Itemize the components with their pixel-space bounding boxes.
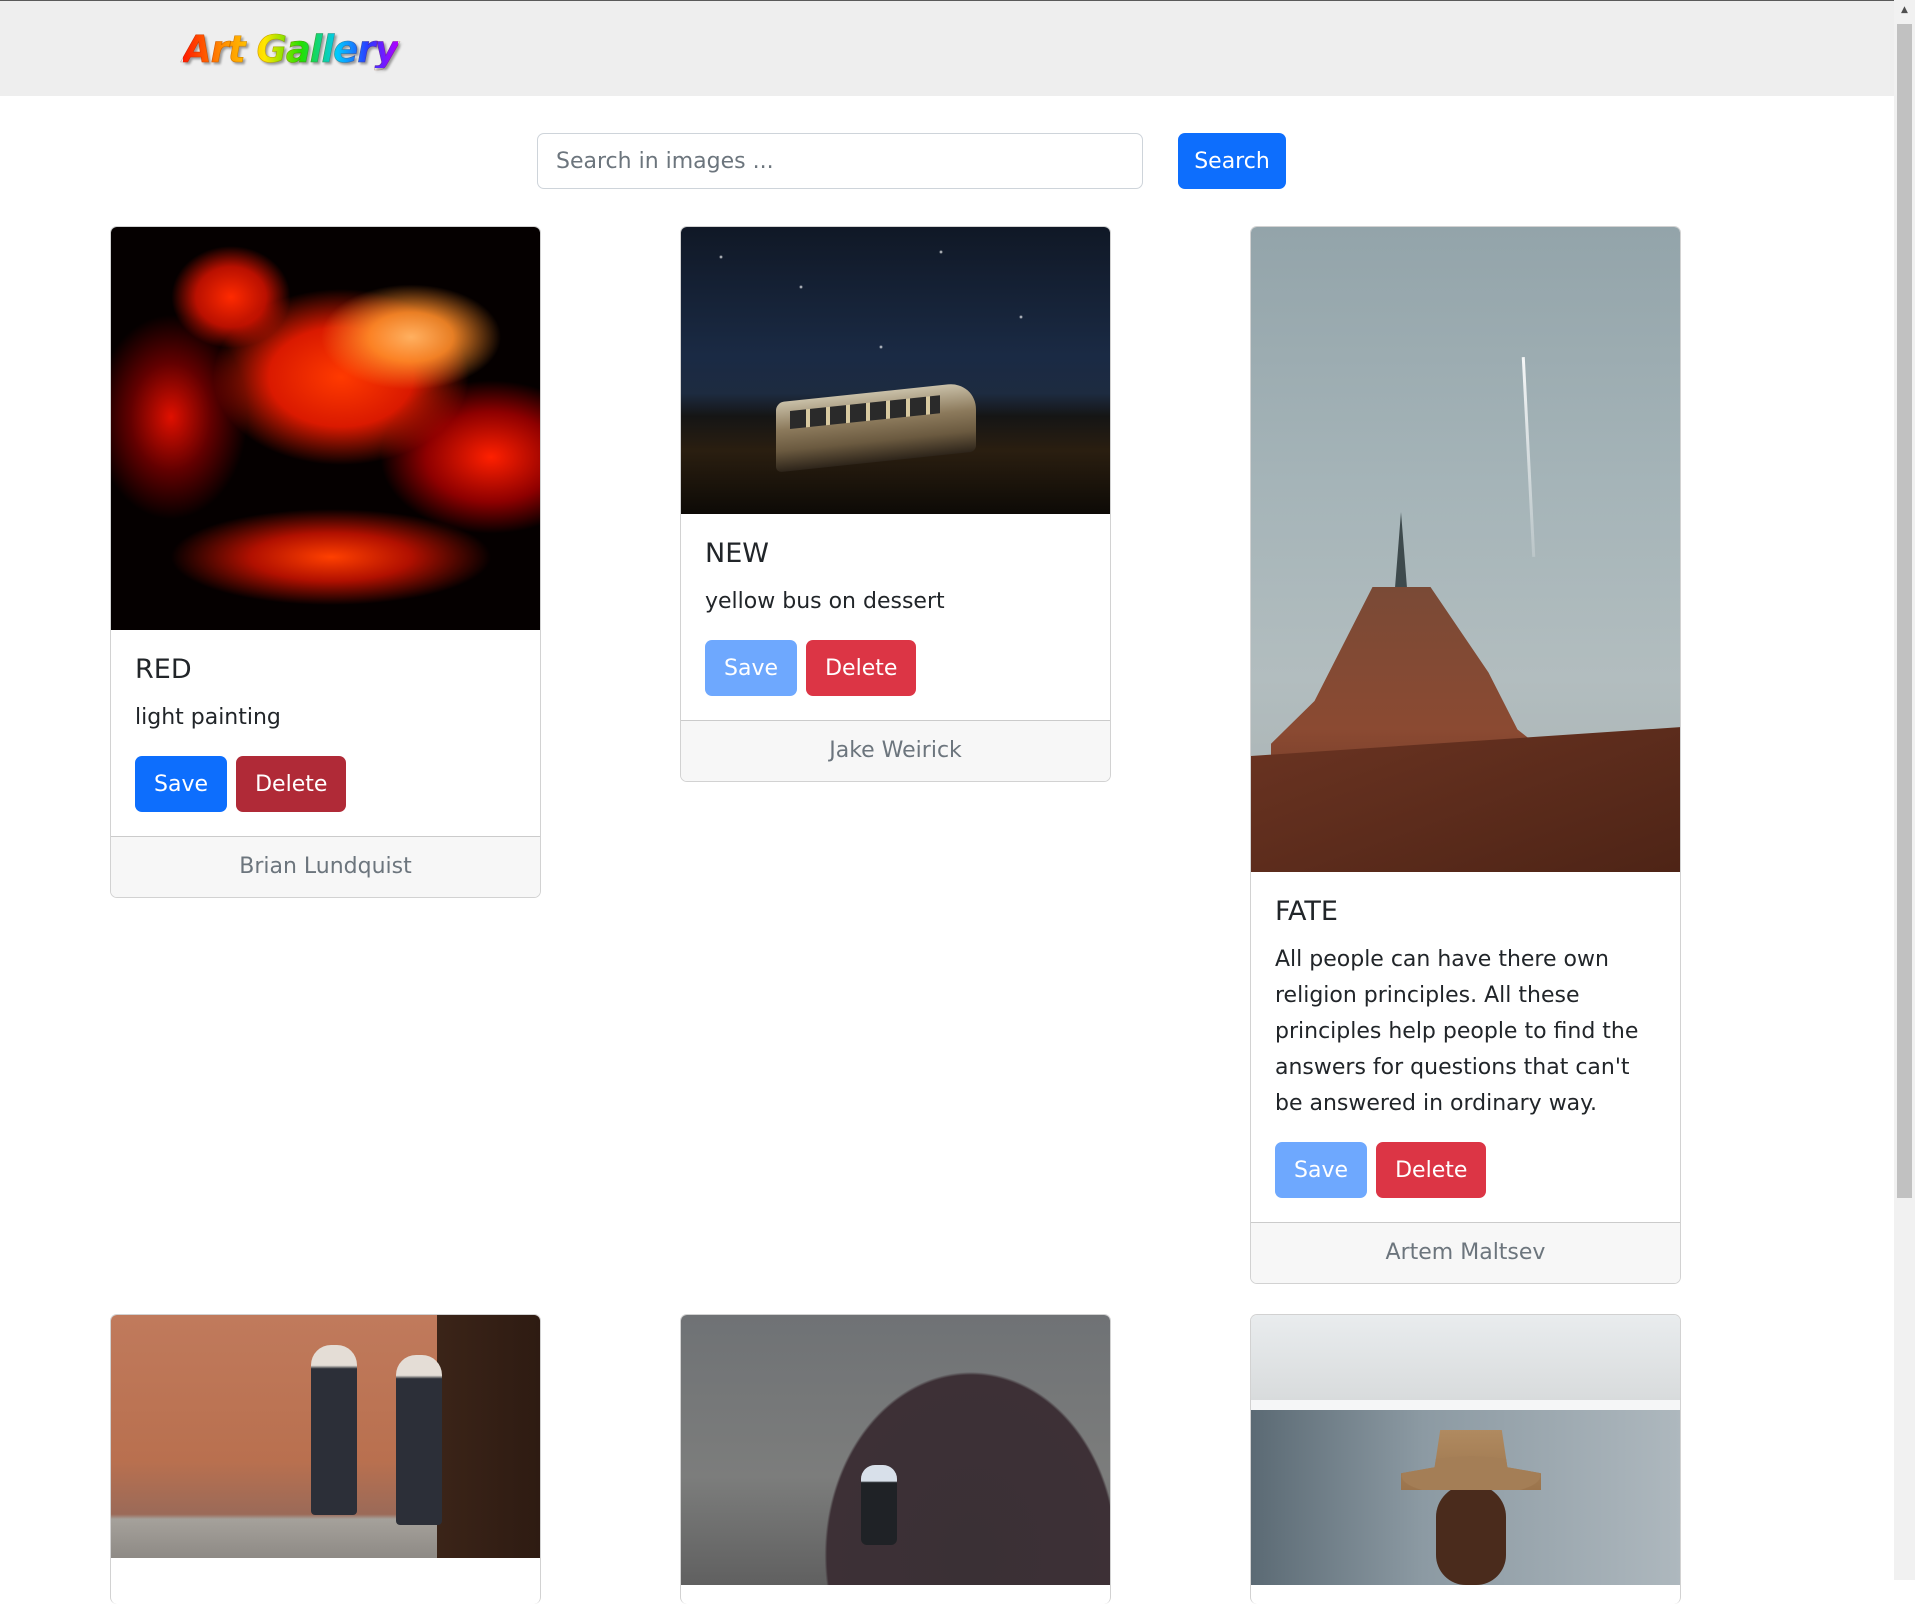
bus-shape [776,381,976,473]
card-body: NEW yellow bus on dessert Save Delete [681,514,1110,720]
save-button[interactable]: Save [705,640,798,697]
card-title: NEW [705,538,769,569]
card-skater [680,1314,1111,1604]
card-portrait [1250,1314,1681,1604]
search-button[interactable]: Search [1178,133,1286,189]
card-red: RED light painting Save Delete Brian Lun… [110,226,541,899]
elder-figure-shape [311,1345,357,1515]
delete-button[interactable]: Delete [1376,1142,1487,1199]
save-button[interactable]: Save [1275,1142,1368,1199]
search-input[interactable] [537,133,1143,189]
card-author: Brian Lundquist [111,836,540,898]
face-shape [1436,1485,1506,1585]
card-image-bus [681,227,1110,514]
scroll-up-arrow-icon[interactable]: ▲ [1894,0,1915,21]
card-author: Artem Maltsev [1251,1222,1680,1284]
card-image-elders [111,1315,540,1558]
card-description: yellow bus on dessert [705,589,945,615]
delete-button[interactable]: Delete [806,640,917,697]
skater-shape [861,1465,897,1545]
card-image-skater [681,1315,1110,1585]
scrollbar[interactable]: ▲ [1894,0,1915,1580]
card-description: All people can have there own religion p… [1275,947,1639,1117]
card-elders [110,1314,541,1604]
card-new: NEW yellow bus on dessert Save Delete Ja… [680,226,1111,783]
card-author: Jake Weirick [681,720,1110,782]
card-title: FATE [1275,896,1338,927]
logo[interactable]: Art Gallery [183,31,399,69]
card-body: FATE All people can have there own relig… [1251,872,1680,1222]
card-image-church [1251,227,1680,872]
scroll-thumb[interactable] [1897,24,1912,1198]
contrail-shape [1521,357,1536,557]
navbar: Art Gallery [0,0,1894,96]
card-body: RED light painting Save Delete [111,630,540,836]
card-description: light painting [135,705,281,731]
elder-figure-shape [396,1355,442,1525]
save-button[interactable]: Save [135,756,228,813]
delete-button[interactable]: Delete [236,756,347,813]
card-fate: FATE All people can have there own relig… [1250,226,1681,1285]
card-title: RED [135,654,192,685]
card-image-light-painting [111,227,540,630]
card-image-portrait [1251,1315,1680,1585]
